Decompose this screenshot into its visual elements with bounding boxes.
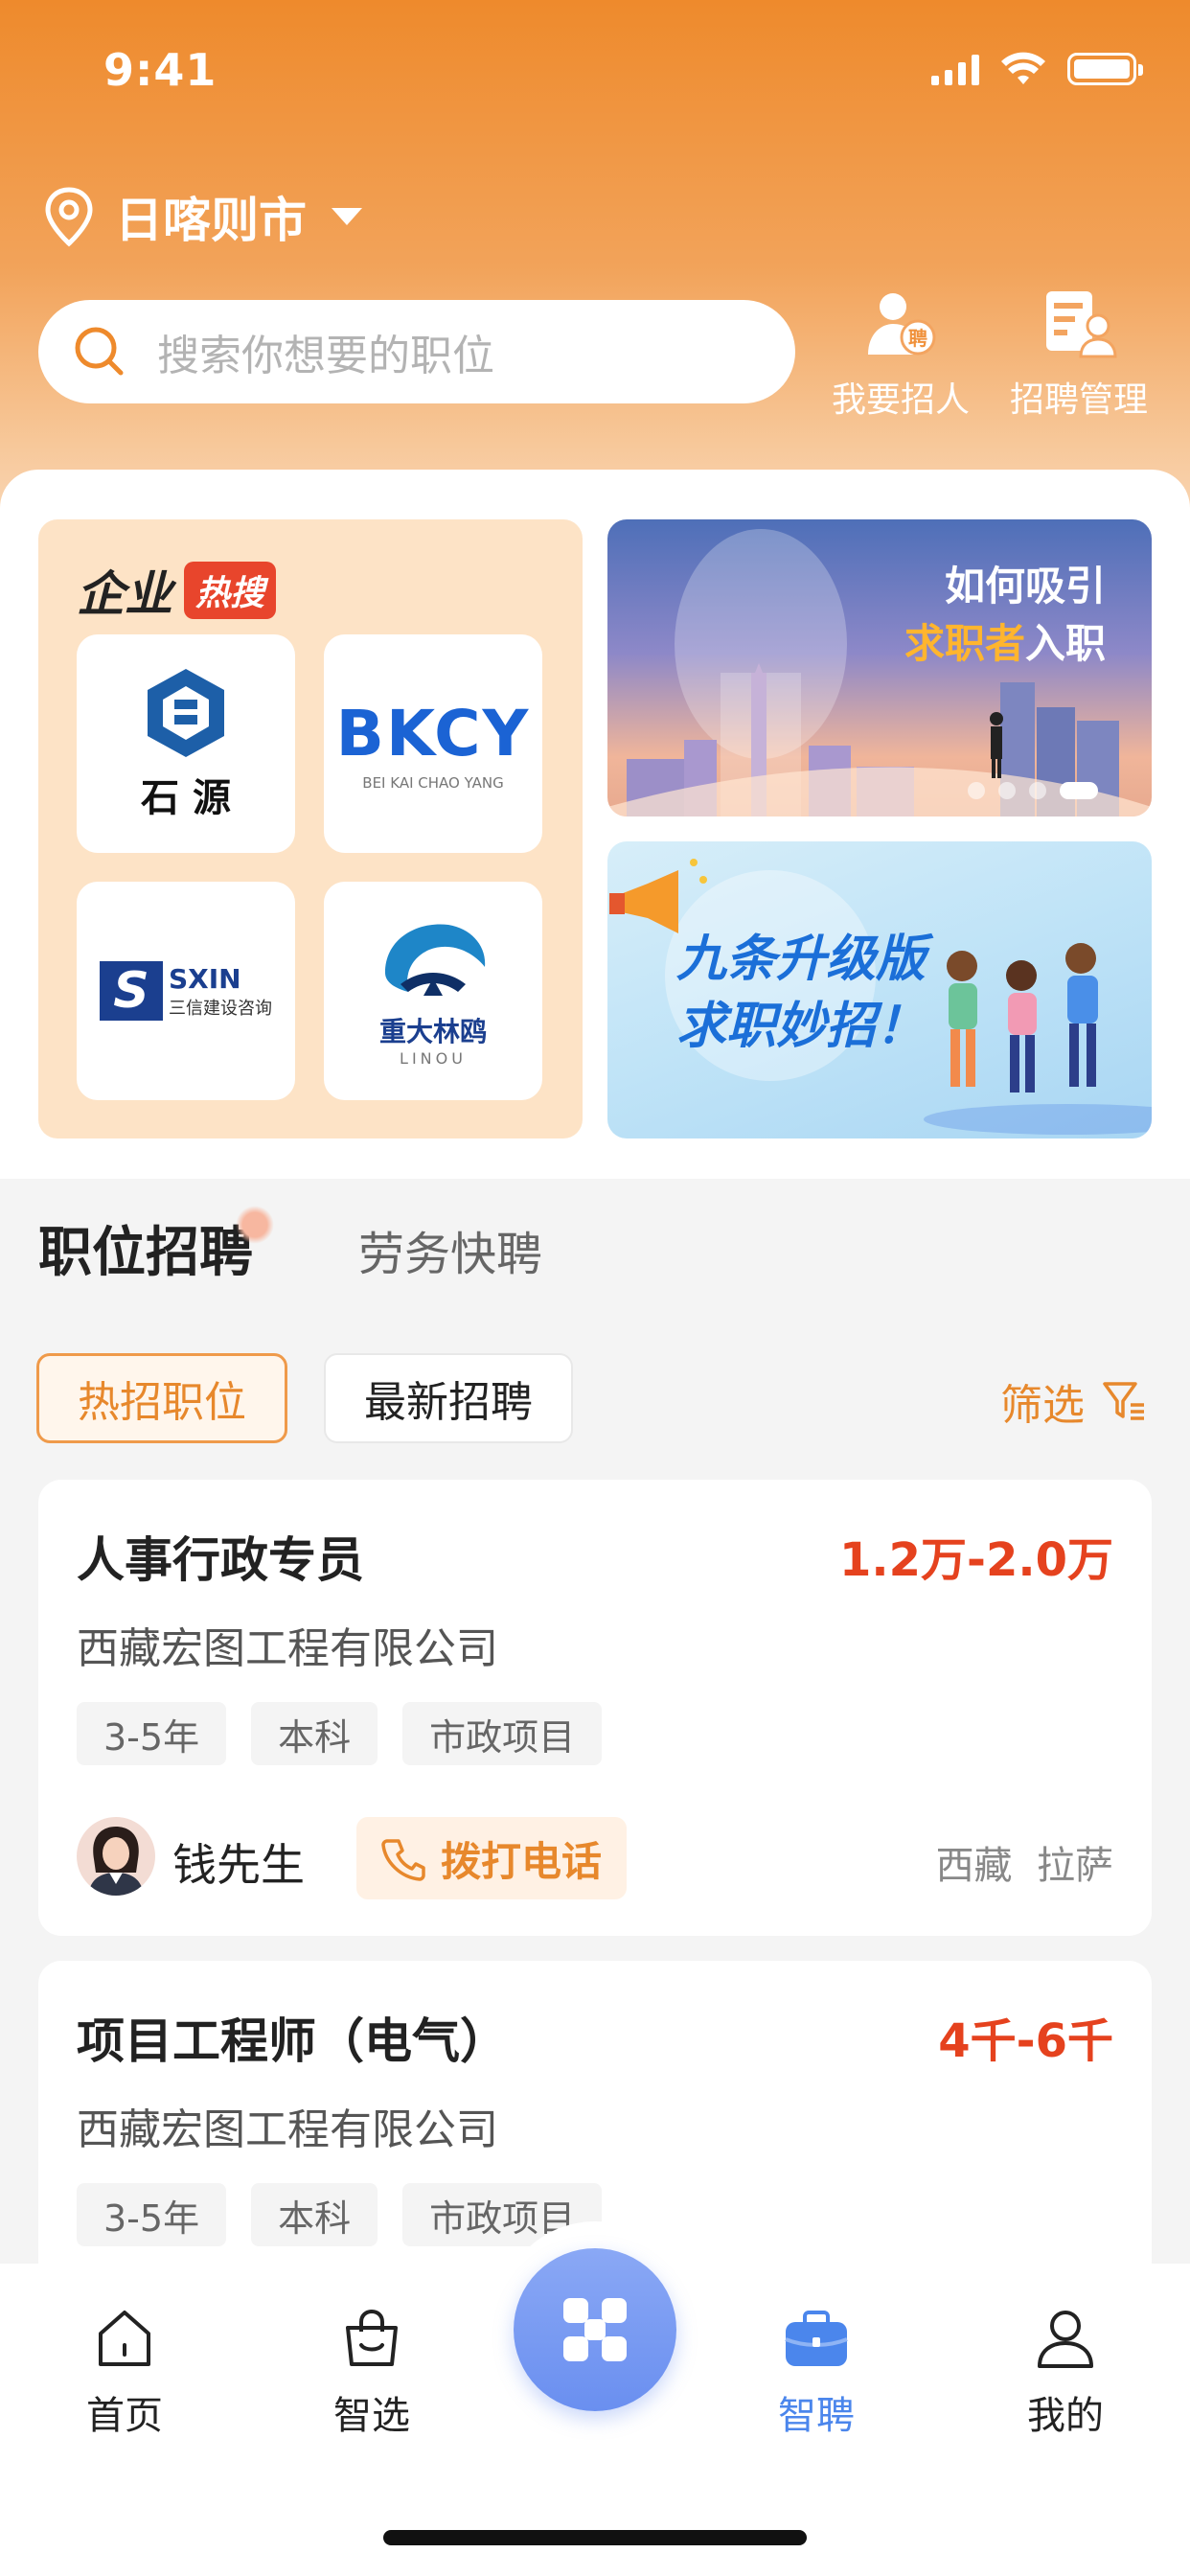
chip-hot-jobs[interactable]: 热招职位 bbox=[36, 1353, 287, 1443]
company-name: 西藏宏图工程有限公司 bbox=[77, 2105, 498, 2154]
banner-job-tips[interactable]: 九条升级版 求职妙招！ bbox=[607, 841, 1152, 1138]
linou-bird-icon bbox=[385, 923, 486, 996]
tag-category: 市政项目 bbox=[402, 1702, 603, 1765]
nav-home[interactable]: 首页 bbox=[29, 2302, 220, 2440]
battery-icon bbox=[1067, 53, 1143, 85]
job-filter-chips: 热招职位 最新招聘 bbox=[36, 1353, 573, 1443]
search-placeholder: 搜索你想要的职位 bbox=[157, 332, 494, 380]
phone-icon bbox=[381, 1839, 425, 1881]
wifi-icon bbox=[1001, 52, 1045, 84]
nav-smart-recruit[interactable]: 智聘 bbox=[721, 2302, 912, 2440]
chevron-down-icon bbox=[332, 208, 362, 225]
filter-icon bbox=[1103, 1382, 1144, 1420]
job-salary: 4千-6千 bbox=[938, 2014, 1113, 2068]
tag-experience: 3-5年 bbox=[77, 2183, 227, 2246]
recruit-management-label: 招聘管理 bbox=[1010, 380, 1149, 420]
carousel-dots bbox=[968, 782, 1098, 799]
chip-latest-jobs[interactable]: 最新招聘 bbox=[324, 1353, 573, 1443]
recruit-management-button[interactable]: 招聘管理 bbox=[1010, 288, 1148, 422]
recruit-label: 我要招人 bbox=[832, 380, 971, 420]
recruit-person-icon: 聘 bbox=[868, 293, 936, 356]
tag-education: 本科 bbox=[251, 1702, 378, 1765]
status-time: 9:41 bbox=[103, 44, 217, 96]
status-bar: 9:41 bbox=[0, 38, 1190, 105]
location-selector[interactable]: 日喀则市 bbox=[42, 182, 362, 251]
contact-name: 钱先生 bbox=[172, 1839, 305, 1891]
tag-experience: 3-5年 bbox=[77, 1702, 227, 1765]
job-title: 人事行政专员 bbox=[77, 1532, 364, 1588]
job-title: 项目工程师（电气） bbox=[77, 2013, 508, 2069]
center-action-button[interactable] bbox=[514, 2248, 676, 2411]
management-document-icon bbox=[1046, 291, 1117, 358]
recruit-button[interactable]: 聘 我要招人 bbox=[832, 288, 970, 422]
location-pin-icon bbox=[45, 187, 93, 247]
hot-companies-title: 企业 热搜 bbox=[77, 556, 277, 625]
search-icon bbox=[75, 327, 124, 376]
job-card[interactable]: 人事行政专员 1.2万-2.0万 西藏宏图工程有限公司 3-5年 本科 市政项目… bbox=[38, 1480, 1152, 1936]
company-logo-sanxin[interactable]: S SXIN 三信建设咨询 bbox=[77, 882, 295, 1100]
tab-labor-quick-hire[interactable]: 劳务快聘 bbox=[358, 1216, 542, 1287]
svg-text:聘: 聘 bbox=[908, 327, 927, 350]
sanxin-mark-icon: S bbox=[100, 961, 163, 1021]
banner-attract-candidates[interactable]: 如何吸引 求职者入职 bbox=[607, 519, 1152, 816]
nav-smart-select[interactable]: 智选 bbox=[276, 2302, 468, 2440]
home-icon bbox=[99, 2311, 150, 2366]
tab-job-recruitment[interactable]: 职位招聘 bbox=[38, 1206, 274, 1287]
company-logo-bkcy[interactable]: BKCY BEI KAI CHAO YANG bbox=[324, 634, 542, 853]
search-input[interactable]: 搜索你想要的职位 bbox=[38, 300, 795, 403]
company-name: 西藏宏图工程有限公司 bbox=[77, 1624, 498, 1673]
company-logo-shiyuan[interactable]: 石 源 bbox=[77, 634, 295, 853]
avatar bbox=[77, 1817, 155, 1896]
briefcase-icon bbox=[785, 2311, 848, 2366]
tab-bar: 职位招聘 劳务快聘 bbox=[38, 1206, 542, 1287]
hot-companies-card: 企业 热搜 石 源 BKCY BEI KAI CHAO YANG S SXIN … bbox=[38, 519, 583, 1138]
home-indicator[interactable] bbox=[383, 2530, 807, 2545]
filter-button[interactable]: 筛选 bbox=[1000, 1370, 1148, 1432]
shiyuan-logo-icon bbox=[148, 669, 224, 757]
job-location: 西藏 拉萨 bbox=[935, 1844, 1113, 1888]
job-salary: 1.2万-2.0万 bbox=[839, 1533, 1113, 1587]
cellular-signal-icon bbox=[931, 53, 979, 85]
company-logo-linou[interactable]: 重大林鸥 LINOU bbox=[324, 882, 542, 1100]
shopping-bag-icon bbox=[346, 2309, 398, 2366]
call-button[interactable]: 拨打电话 bbox=[356, 1817, 628, 1899]
tag-education: 本科 bbox=[251, 2183, 378, 2246]
app-grid-icon bbox=[563, 2298, 627, 2361]
nav-profile[interactable]: 我的 bbox=[970, 2302, 1161, 2440]
job-tags: 3-5年 本科 市政项目 bbox=[77, 1702, 603, 1765]
user-icon bbox=[1038, 2311, 1093, 2368]
city-name: 日喀则市 bbox=[115, 193, 307, 248]
hot-badge: 热搜 bbox=[184, 562, 277, 619]
job-tags: 3-5年 本科 市政项目 bbox=[77, 2183, 603, 2246]
